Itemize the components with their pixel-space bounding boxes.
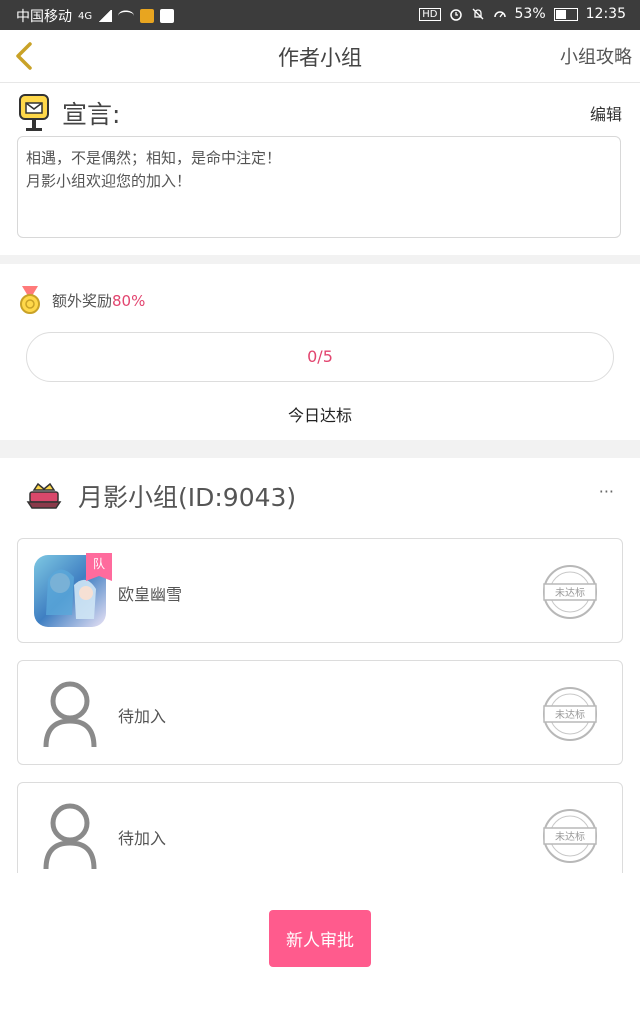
- edit-button[interactable]: 编辑: [590, 101, 622, 125]
- stamp-text: 未达标: [555, 709, 585, 721]
- declaration-line: 月影小组欢迎您的加入！: [26, 172, 192, 190]
- mailbox-icon: [19, 94, 49, 131]
- group-header: 月影小组(ID:9043): [26, 478, 296, 514]
- not-qualified-stamp: 未达标: [542, 564, 598, 620]
- member-card[interactable]: 待加入 未达标: [17, 660, 623, 765]
- not-qualified-stamp: 未达标: [542, 808, 598, 864]
- declaration-section: 宣言: 编辑 相遇，不是偶然；相知，是命中注定！ 月影小组欢迎您的加入！: [0, 83, 640, 255]
- nav-bar: 作者小组 小组攻略: [0, 30, 640, 83]
- daily-target-label: 今日达标: [287, 406, 352, 425]
- declaration-label: 宣言:: [62, 100, 121, 129]
- group-guide-link[interactable]: 小组攻略: [560, 43, 632, 69]
- section-divider: [0, 440, 640, 458]
- declaration-textarea[interactable]: 相遇，不是偶然；相知，是命中注定！ 月影小组欢迎您的加入！: [17, 136, 621, 238]
- declaration-line: 相遇，不是偶然；相知，是命中注定！: [26, 149, 282, 167]
- bonus-section: 额外奖励80% 0/5 今日达标: [0, 264, 640, 440]
- crown-badge-icon: [26, 482, 62, 509]
- app-icon: [140, 9, 155, 23]
- not-qualified-stamp: 未达标: [542, 686, 598, 742]
- section-divider: [0, 255, 640, 264]
- signal-icon: [98, 10, 113, 22]
- bottom-bar: 新人审批: [0, 873, 640, 1024]
- group-section: 月影小组(ID:9043) ··· 队 欧皇幽雪 未达标 待加入 未达标 待加入…: [0, 458, 640, 873]
- avatar: 队: [34, 553, 112, 627]
- progress-text: 0/5: [307, 347, 333, 366]
- member-card[interactable]: 待加入 未达标: [17, 782, 623, 873]
- new-member-approval-button[interactable]: 新人审批: [269, 910, 371, 967]
- bonus-label: 额外奖励: [52, 291, 113, 310]
- hd-icon: HD: [419, 7, 441, 21]
- member-name: 待加入: [118, 829, 167, 848]
- page-title: 作者小组: [278, 46, 362, 70]
- network-label: 4G: [78, 10, 93, 22]
- daily-progress-bar: 0/5: [26, 332, 614, 382]
- placeholder-person-icon: [34, 799, 106, 871]
- declaration-header: 宣言:: [18, 93, 120, 133]
- carrier-label: 中国移动: [16, 9, 72, 25]
- wifi-icon: [118, 10, 135, 21]
- member-name: 待加入: [118, 707, 167, 726]
- status-bar: 中国移动 4G HD 53% 12:35: [0, 0, 640, 30]
- medal-icon: [20, 286, 40, 314]
- battery-icon: [553, 7, 578, 21]
- stamp-text: 未达标: [555, 831, 585, 843]
- stamp-text: 未达标: [555, 587, 585, 599]
- group-name: 月影小组(ID:9043): [78, 483, 297, 512]
- alarm-icon: [449, 9, 462, 21]
- placeholder-person-icon: [34, 677, 106, 749]
- more-options-button[interactable]: ···: [599, 482, 614, 501]
- clock: 12:35: [585, 6, 626, 22]
- battery-percent: 53%: [514, 6, 546, 22]
- app-icon: [160, 9, 175, 23]
- member-name: 欧皇幽雪: [118, 585, 183, 604]
- bonus-percent: 80%: [112, 291, 146, 310]
- mute-icon: [472, 8, 483, 20]
- speed-icon: [493, 11, 506, 18]
- member-card[interactable]: 队 欧皇幽雪 未达标: [17, 538, 623, 643]
- bonus-row: 额外奖励80%: [18, 284, 145, 316]
